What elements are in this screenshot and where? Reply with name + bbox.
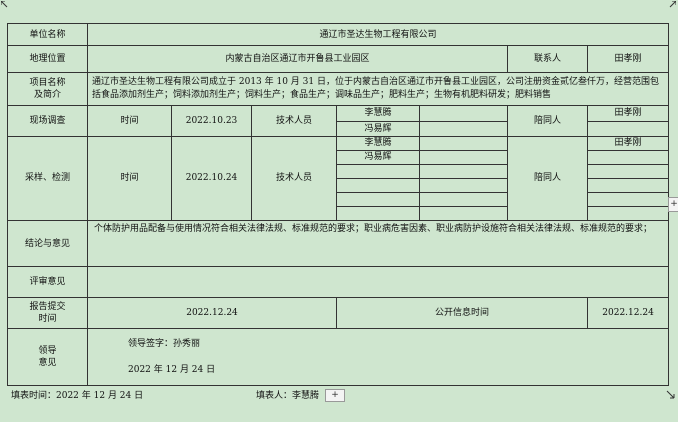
sampling-tech-name[interactable]: 冯易辉 — [336, 149, 420, 165]
sampling-accompany-name[interactable] — [586, 205, 670, 221]
report-submit-date[interactable]: 2022.12.24 — [87, 297, 337, 329]
filler: 填表人：李慧腾 — [256, 391, 320, 401]
project-intro-label: 项目名称 及简介 — [7, 72, 88, 107]
sampling-tech-name[interactable] — [336, 177, 420, 193]
sampling-tech-extra[interactable] — [419, 191, 508, 207]
survey-tech-extra[interactable] — [419, 105, 508, 122]
info-form-table: 单位名称 通辽市圣达生物工程有限公司 地理位置 内蒙古自治区通辽市开鲁县工业园区… — [7, 22, 670, 387]
leader-date: 2022 年 12 月 24 日 — [128, 364, 216, 375]
sampling-tech-extra[interactable] — [419, 135, 508, 151]
corner-arrow-icon — [1, 1, 8, 8]
leader-opinion-label: 领导 意见 — [7, 327, 88, 387]
unit-name-value[interactable]: 通辽市圣达生物工程有限公司 — [86, 22, 670, 47]
corner-arrow-icon — [669, 1, 676, 8]
sampling-tech-name[interactable]: 李慧腾 — [336, 135, 420, 151]
conclusion-label: 结论与意见 — [7, 219, 88, 268]
fill-time: 填表时间：2022 年 12 月 24 日 — [11, 391, 144, 401]
sampling-tech-label: 技术人员 — [251, 135, 337, 221]
sampling-tech-extra[interactable] — [419, 149, 508, 165]
location-value[interactable]: 内蒙古自治区通辽市开鲁县工业园区 — [87, 45, 508, 74]
project-intro-value[interactable]: 通辽市圣达生物工程有限公司成立于 2013 年 10 月 31 日，位于内蒙古自… — [86, 72, 670, 107]
leader-opinion-value[interactable]: 领导签字：孙秀丽 2022 年 12 月 24 日 — [86, 327, 670, 387]
survey-tech-name[interactable]: 李慧腾 — [336, 105, 420, 122]
sampling-time-label: 时间 — [87, 135, 172, 221]
sampling-label: 采样、检测 — [7, 135, 88, 221]
sampling-accompany-name[interactable] — [586, 177, 670, 193]
survey-accompany-name[interactable]: 田孝刚 — [586, 105, 670, 122]
public-info-date[interactable]: 2022.12.24 — [586, 297, 670, 329]
sampling-accompany-name[interactable] — [586, 149, 670, 165]
survey-label: 现场调查 — [7, 105, 88, 137]
survey-time-label: 时间 — [87, 105, 172, 137]
public-info-label: 公开信息时间 — [336, 297, 588, 329]
contact-label: 联系人 — [507, 45, 588, 74]
resize-arrow-icon[interactable] — [666, 390, 675, 399]
sampling-date[interactable]: 2022.10.24 — [171, 135, 252, 221]
add-filler-button[interactable]: + — [325, 389, 346, 402]
review-label: 评审意见 — [7, 266, 88, 299]
survey-date[interactable]: 2022.10.23 — [171, 105, 252, 137]
leader-signature: 领导签字：孙秀丽 — [128, 338, 201, 349]
survey-accompany-label: 陪同人 — [507, 105, 588, 137]
filler-group: 填表人：李慧腾 + — [256, 388, 346, 402]
sampling-accompany-name[interactable] — [586, 191, 670, 207]
add-column-button[interactable]: + — [668, 197, 678, 212]
survey-accompany-name[interactable] — [586, 120, 670, 137]
conclusion-value[interactable]: 个体防护用品配备与使用情况符合相关法律法规、标准规范的要求；职业病危害因素、职业… — [86, 219, 670, 268]
survey-tech-extra[interactable] — [419, 120, 508, 137]
sampling-accompany-label: 陪同人 — [507, 135, 588, 221]
sampling-tech-name[interactable] — [336, 163, 420, 179]
survey-tech-name[interactable]: 冯易辉 — [336, 120, 420, 137]
contact-value[interactable]: 田孝刚 — [586, 45, 670, 74]
report-submit-label: 报告提交 时间 — [7, 297, 88, 329]
sampling-accompany-name[interactable]: 田孝刚 — [586, 135, 670, 151]
review-value[interactable] — [86, 266, 670, 299]
sampling-tech-name[interactable] — [336, 205, 420, 221]
unit-name-label: 单位名称 — [7, 22, 88, 47]
location-label: 地理位置 — [7, 45, 88, 74]
survey-tech-label: 技术人员 — [251, 105, 337, 137]
sampling-accompany-name[interactable] — [586, 163, 670, 179]
sampling-tech-extra[interactable] — [419, 205, 508, 221]
sampling-tech-name[interactable] — [336, 191, 420, 207]
sampling-tech-extra[interactable] — [419, 163, 508, 179]
sampling-tech-extra[interactable] — [419, 177, 508, 193]
